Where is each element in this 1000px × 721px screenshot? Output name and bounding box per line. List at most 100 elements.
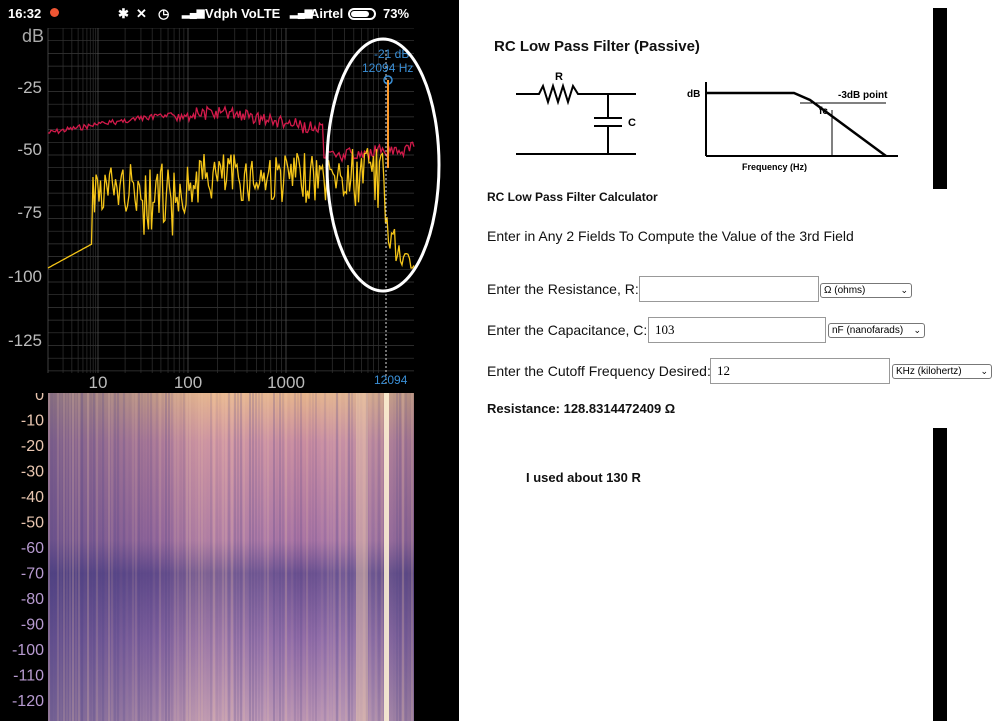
spectrogram-stripe xyxy=(120,393,122,721)
spectrogram-y-tick: -20 xyxy=(21,438,44,455)
spectrogram-stripe xyxy=(147,393,149,721)
graph-x-label: Frequency (Hz) xyxy=(742,162,807,172)
spectrogram-stripe xyxy=(246,393,248,721)
spectrogram-stripe xyxy=(141,393,143,721)
c-label: C xyxy=(628,117,636,129)
resistance-label: Enter the Resistance, R: xyxy=(487,281,639,297)
spectrogram-stripe xyxy=(396,393,398,721)
screenshot-divider xyxy=(456,0,459,721)
spectrogram-stripe xyxy=(237,393,239,721)
spectrogram-stripe xyxy=(153,393,155,721)
spectrogram-stripe xyxy=(276,393,278,721)
spectrogram-stripe xyxy=(351,393,353,721)
chevron-down-icon: ⌄ xyxy=(900,285,908,295)
spectrogram-stripe xyxy=(402,393,404,721)
spectrogram-y-tick: -110 xyxy=(13,668,44,685)
spectrogram-y-tick: -30 xyxy=(21,464,44,481)
frequency-input[interactable]: 12 xyxy=(710,358,890,384)
spectrogram-stripe xyxy=(285,393,287,721)
spectrogram-stripe xyxy=(204,393,206,721)
spectrogram-y-tick: -120 xyxy=(12,693,44,710)
spectrogram-stripe xyxy=(126,393,128,721)
spectrogram-stripe xyxy=(297,393,299,721)
resistance-unit-value: Ω (ohms) xyxy=(824,285,866,296)
graph-y-label: dB xyxy=(687,89,700,100)
capacitance-unit-value: nF (nanofarads) xyxy=(832,325,904,336)
y-tick-label: -100 xyxy=(8,267,42,286)
spectrogram-stripe xyxy=(240,393,242,721)
resistance-unit-select[interactable]: Ω (ohms) ⌄ xyxy=(820,283,912,298)
spectrogram-stripe xyxy=(84,393,86,721)
spectrogram-stripe xyxy=(162,393,164,721)
bluetooth-icon: ✱ xyxy=(118,6,129,21)
spectrogram-stripe xyxy=(390,393,392,721)
point-label: -3dB point xyxy=(838,90,888,101)
spectrum-yellow-trace xyxy=(47,148,415,269)
spectrogram-stripe xyxy=(243,393,245,721)
spectrogram-stripe xyxy=(111,393,113,721)
spectrogram-stripe xyxy=(165,393,167,721)
spectrogram-stripe xyxy=(216,393,218,721)
spectrogram-y-ticks: 0 -10 -20 -30 -40 -50 -60 -70 -80 -90 -100 -110 -120 xyxy=(12,393,44,710)
chevron-down-icon: ⌄ xyxy=(980,366,988,376)
spectrogram-stripe xyxy=(195,393,197,721)
capacitance-unit-select[interactable]: nF (nanofarads) ⌄ xyxy=(828,323,925,338)
resistance-input[interactable] xyxy=(639,276,819,302)
spectrogram-stripe xyxy=(375,393,377,721)
spectrogram-y-tick: -70 xyxy=(21,566,44,583)
spectrum-red-trace xyxy=(47,104,415,164)
y-tick-label: -125 xyxy=(8,331,42,350)
spectrogram-stripe xyxy=(105,393,107,721)
spectrogram-stripe xyxy=(300,393,302,721)
spectrogram-stripe xyxy=(129,393,131,721)
spectrogram-stripe xyxy=(177,393,179,721)
cursor-freq-label: 12094 xyxy=(374,373,408,387)
instructions-text: Enter in Any 2 Fields To Compute the Val… xyxy=(487,228,854,244)
battery-percent: 73% xyxy=(383,6,410,21)
spectrum-y-ticks: -25 -50 -75 -100 -125 xyxy=(8,78,42,350)
battery-icon xyxy=(348,8,376,20)
spectrogram-stripe xyxy=(90,393,92,721)
rc-schematic: R C xyxy=(516,71,636,155)
carrier2-label: Airtel xyxy=(310,6,344,21)
spectrogram-stripe xyxy=(168,393,170,721)
spectrogram-stripe xyxy=(207,393,209,721)
spectrogram-stripe xyxy=(60,393,62,721)
dark-strip-bottom xyxy=(933,428,947,721)
status-time: 16:32 xyxy=(8,6,42,21)
frequency-unit-select[interactable]: KHz (kilohertz) ⌄ xyxy=(892,364,992,379)
spectrogram-stripe xyxy=(279,393,281,721)
spectrogram-stripe xyxy=(225,393,227,721)
spectrogram-stripe xyxy=(336,393,338,721)
spectrogram-stripe xyxy=(273,393,275,721)
spectrogram-stripe xyxy=(69,393,71,721)
spectrogram-stripe xyxy=(48,393,50,721)
x-tick-label: 100 xyxy=(174,373,202,392)
spectrogram-stripe xyxy=(54,393,56,721)
spectrogram-stripe xyxy=(315,393,317,721)
spectrogram-y-tick: -100 xyxy=(12,642,44,659)
frequency-label: Enter the Cutoff Frequency Desired: xyxy=(487,363,711,379)
spectrogram-stripe xyxy=(87,393,89,721)
spectrogram-stripe xyxy=(99,393,101,721)
spectrogram-stripe xyxy=(213,393,215,721)
page-title: RC Low Pass Filter (Passive) xyxy=(494,38,700,55)
spectrogram-y-tick: -10 xyxy=(21,413,44,430)
spectrogram-stripe xyxy=(114,393,116,721)
spectrogram-stripe xyxy=(303,393,305,721)
spectrogram-stripe xyxy=(66,393,68,721)
r-label: R xyxy=(555,71,563,83)
capacitance-input[interactable]: 103 xyxy=(648,317,826,343)
fc-label: fc xyxy=(819,106,828,117)
spectrogram-stripe xyxy=(201,393,203,721)
spectrogram-stripe xyxy=(174,393,176,721)
spectrogram-y-tick: -50 xyxy=(21,515,44,532)
spectrogram-y-tick: -90 xyxy=(21,617,44,634)
spectrogram-stripe xyxy=(267,393,269,721)
spectrogram-y-tick: 0 xyxy=(35,393,44,404)
spectrogram-stripe xyxy=(270,393,272,721)
result-text: Resistance: 128.8314472409 Ω xyxy=(487,401,676,416)
spectrogram-peak-band xyxy=(384,393,389,721)
spectrogram-stripe xyxy=(252,393,254,721)
spectrogram-stripe xyxy=(249,393,251,721)
